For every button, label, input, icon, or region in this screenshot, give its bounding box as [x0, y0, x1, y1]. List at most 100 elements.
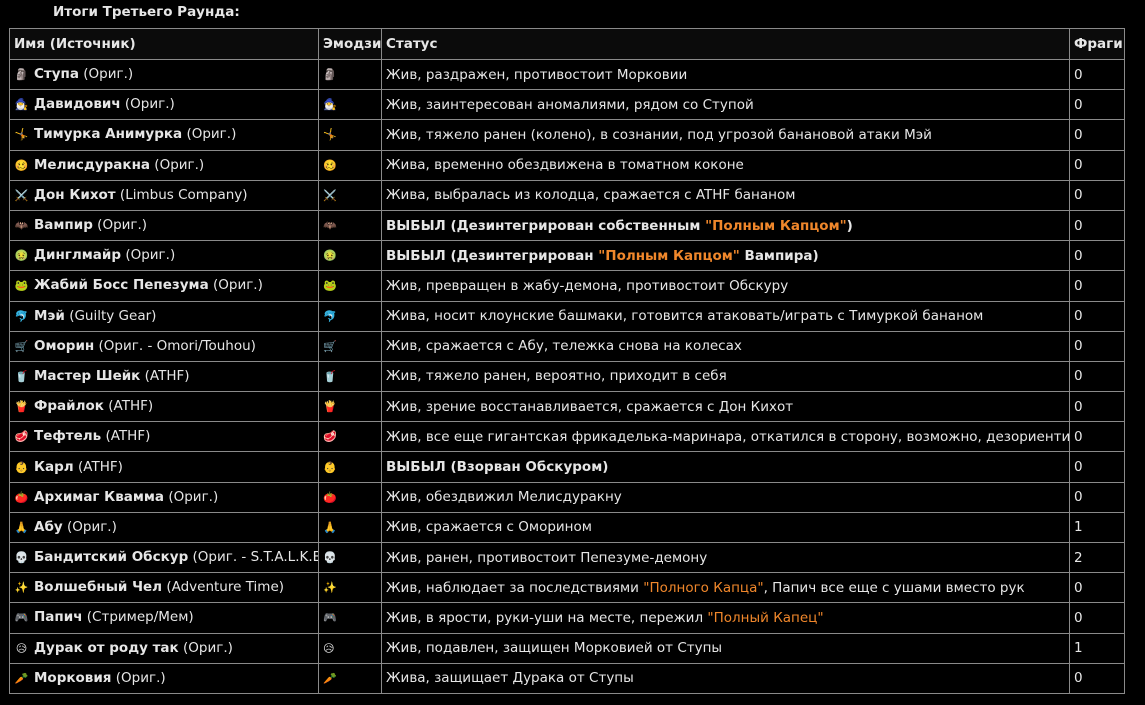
table-row: 👶 Карл (ATHF) 👶 ВЫБЫЛ (Взорван Обскуром) 0: [9, 451, 1125, 483]
emoji-icon: ⚔️: [323, 188, 337, 202]
status-text: ): [846, 217, 853, 234]
character-emoji-icon: 🗿: [14, 68, 29, 82]
character-name: Фрайлок: [34, 398, 104, 415]
table-row: 🥩 Тефтель (ATHF) 🥩 Жив, все еще гигантская …: [9, 421, 1125, 453]
frags-cell: 0: [1069, 330, 1125, 362]
status-text: Жива, временно обездвижена в томатном ко…: [386, 157, 744, 174]
emoji-icon: 🍅: [323, 490, 337, 504]
results-table: Имя (Источник) Эмодзи Статус Фраги 🗿 Ступ…: [9, 28, 1125, 694]
emoji-cell: 🦇: [318, 209, 382, 242]
character-source: (Ориг.): [120, 96, 175, 113]
frags-cell: 1: [1069, 632, 1125, 664]
status-text: Жив, ранен, противостоит Пепезуме-демону: [386, 549, 708, 566]
name-cell: ✨ Волшебный Чел (Adventure Time): [9, 572, 319, 604]
emoji-cell: 🥤: [318, 360, 382, 393]
name-cell: 💀 Бандитский Обскур (Ориг. - S.T.A.L.K.E.…: [9, 541, 319, 574]
emoji-icon: 🦇: [323, 219, 337, 233]
character-name: Волшебный Чел: [34, 579, 163, 596]
emoji-cell: 🥕: [318, 662, 382, 694]
character-source: (Ориг.): [78, 66, 134, 83]
character-emoji-icon: 🦇: [14, 219, 29, 233]
header-status: Статус: [381, 28, 1070, 60]
name-cell: 🥩 Тефтель (ATHF): [9, 421, 319, 453]
emoji-cell: 👶: [318, 451, 382, 483]
status-cell: Жив, сражается с Абу, тележка снова на к…: [381, 330, 1070, 362]
status-cell: Жив, тяжело ранен, вероятно, приходит в …: [381, 360, 1070, 393]
table-row: 💀 Бандитский Обскур (Ориг. - S.T.A.L.K.E.…: [9, 541, 1125, 574]
frags-cell: 0: [1069, 481, 1125, 513]
status-text: Жив, раздражен, противостоит Морковии: [386, 66, 688, 83]
character-source: (Ориг.): [164, 488, 219, 505]
status-text: Жив, сражается с Оморином: [386, 519, 592, 536]
table-row: 🛒 Оморин (Ориг. - Omori/Touhou) 🛒 Жив, сраж…: [9, 330, 1125, 362]
frags-cell: 0: [1069, 179, 1125, 211]
name-cell: 😥 Дурак от роду так (Ориг.): [9, 632, 319, 664]
character-name: Морковия: [34, 669, 112, 686]
emoji-icon: 🐸: [323, 279, 337, 293]
table-row: 🗿 Ступа (Ориг.) 🗿 Жив, раздражен, противост…: [9, 58, 1125, 91]
status-cell: Жив, наблюдает за последствиями "Полного…: [381, 572, 1070, 604]
emoji-icon: 🧙‍♂️: [323, 98, 337, 112]
table-body: 🗿 Ступа (Ориг.) 🗿 Жив, раздражен, противост…: [9, 58, 1125, 694]
character-name: Ступа: [34, 66, 79, 83]
frags-cell: 0: [1069, 58, 1125, 91]
name-cell: 🍅 Архимаг Квамма (Ориг.): [9, 481, 319, 513]
character-source: (Ориг.): [92, 217, 148, 234]
table-row: 🧙‍♂️ Давидович (Ориг.) 🧙‍♂️ Жив, заинтересо…: [9, 89, 1125, 121]
character-emoji-icon: 🐬: [14, 309, 29, 323]
character-name: Бандитский Обскур: [34, 549, 189, 566]
name-cell: 🥴 Мелисдуракна (Ориг.): [9, 149, 319, 181]
name-cell: 🍟 Фрайлок (ATHF): [9, 391, 319, 423]
status-text: Вампира): [739, 247, 819, 264]
status-cell: Жив, раздражен, противостоит Морковии: [381, 58, 1070, 91]
frags-cell: 0: [1069, 300, 1125, 332]
frags-cell: 0: [1069, 451, 1125, 483]
character-source: (Ориг. - Omori/Touhou): [94, 337, 256, 354]
header-frags: Фраги: [1069, 28, 1125, 60]
emoji-cell: ⚔️: [318, 179, 382, 211]
character-name: Жабий Босс Пепезума: [34, 277, 209, 294]
table-row: 🤸 Тимурка Анимурка (Ориг.) 🤸 Жив, тяжело ра…: [9, 119, 1125, 151]
character-name: Вампир: [34, 217, 93, 234]
emoji-cell: 💀: [318, 541, 382, 574]
round-results-title: Итоги Третьего Раунда:: [53, 4, 240, 20]
status-cell: Жив, обездвижил Мелисдуракну: [381, 481, 1070, 513]
status-highlight: "Полным Капцом": [598, 247, 740, 264]
character-emoji-icon: 😥: [15, 641, 28, 655]
character-name: Абу: [34, 518, 63, 535]
name-cell: 🧙‍♂️ Давидович (Ориг.): [9, 89, 319, 121]
status-cell: Жив, сражается с Оморином: [381, 511, 1070, 544]
character-source: (Ориг.): [208, 277, 263, 294]
status-cell: ВЫБЫЛ (Взорван Обскуром): [381, 451, 1070, 483]
emoji-cell: 🥩: [318, 421, 382, 453]
table-row: 🍅 Архимаг Квамма (Ориг.) 🍅 Жив, обездвижил …: [9, 481, 1125, 513]
status-text: ВЫБЫЛ (Взорван Обскуром): [386, 459, 609, 476]
character-emoji-icon: 👶: [14, 460, 29, 474]
status-text: Жив, превращен в жабу-демона, противосто…: [386, 277, 789, 294]
character-source: (Ориг.): [178, 639, 233, 656]
name-cell: 🦇 Вампир (Ориг.): [9, 209, 319, 242]
character-emoji-icon: 🍅: [14, 490, 29, 504]
status-text: Жива, защищает Дурака от Ступы: [386, 670, 634, 687]
table-row: 🎮 Папич (Стример/Мем) 🎮 Жив, в ярости, руки…: [9, 602, 1125, 634]
character-source: (Ориг.): [182, 126, 237, 143]
table-row: 🍟 Фрайлок (ATHF) 🍟 Жив, зрение восстанавлив…: [9, 391, 1125, 423]
character-source: (Стример/Мем): [82, 609, 194, 626]
character-name: Давидович: [34, 96, 121, 113]
emoji-cell: 🐸: [318, 270, 382, 302]
status-text: ВЫБЫЛ (Дезинтегрирован собственным: [386, 217, 706, 234]
frags-cell: 2: [1069, 541, 1125, 574]
character-name: Дурак от роду так: [34, 639, 179, 656]
frags-cell: 0: [1069, 149, 1125, 181]
character-name: Мелисдуракна: [34, 156, 151, 173]
character-source: (ATHF): [101, 428, 151, 445]
emoji-cell: ✨: [318, 572, 382, 604]
header-row: Имя (Источник) Эмодзи Статус Фраги: [9, 28, 1125, 60]
emoji-icon: ✨: [323, 581, 337, 595]
frags-cell: 0: [1069, 662, 1125, 694]
name-cell: 🤸 Тимурка Анимурка (Ориг.): [9, 119, 319, 151]
character-source: (ATHF): [140, 367, 190, 384]
frags-cell: 0: [1069, 119, 1125, 151]
character-name: Динглмайр: [34, 247, 122, 264]
character-emoji-icon: ✨: [14, 581, 29, 595]
